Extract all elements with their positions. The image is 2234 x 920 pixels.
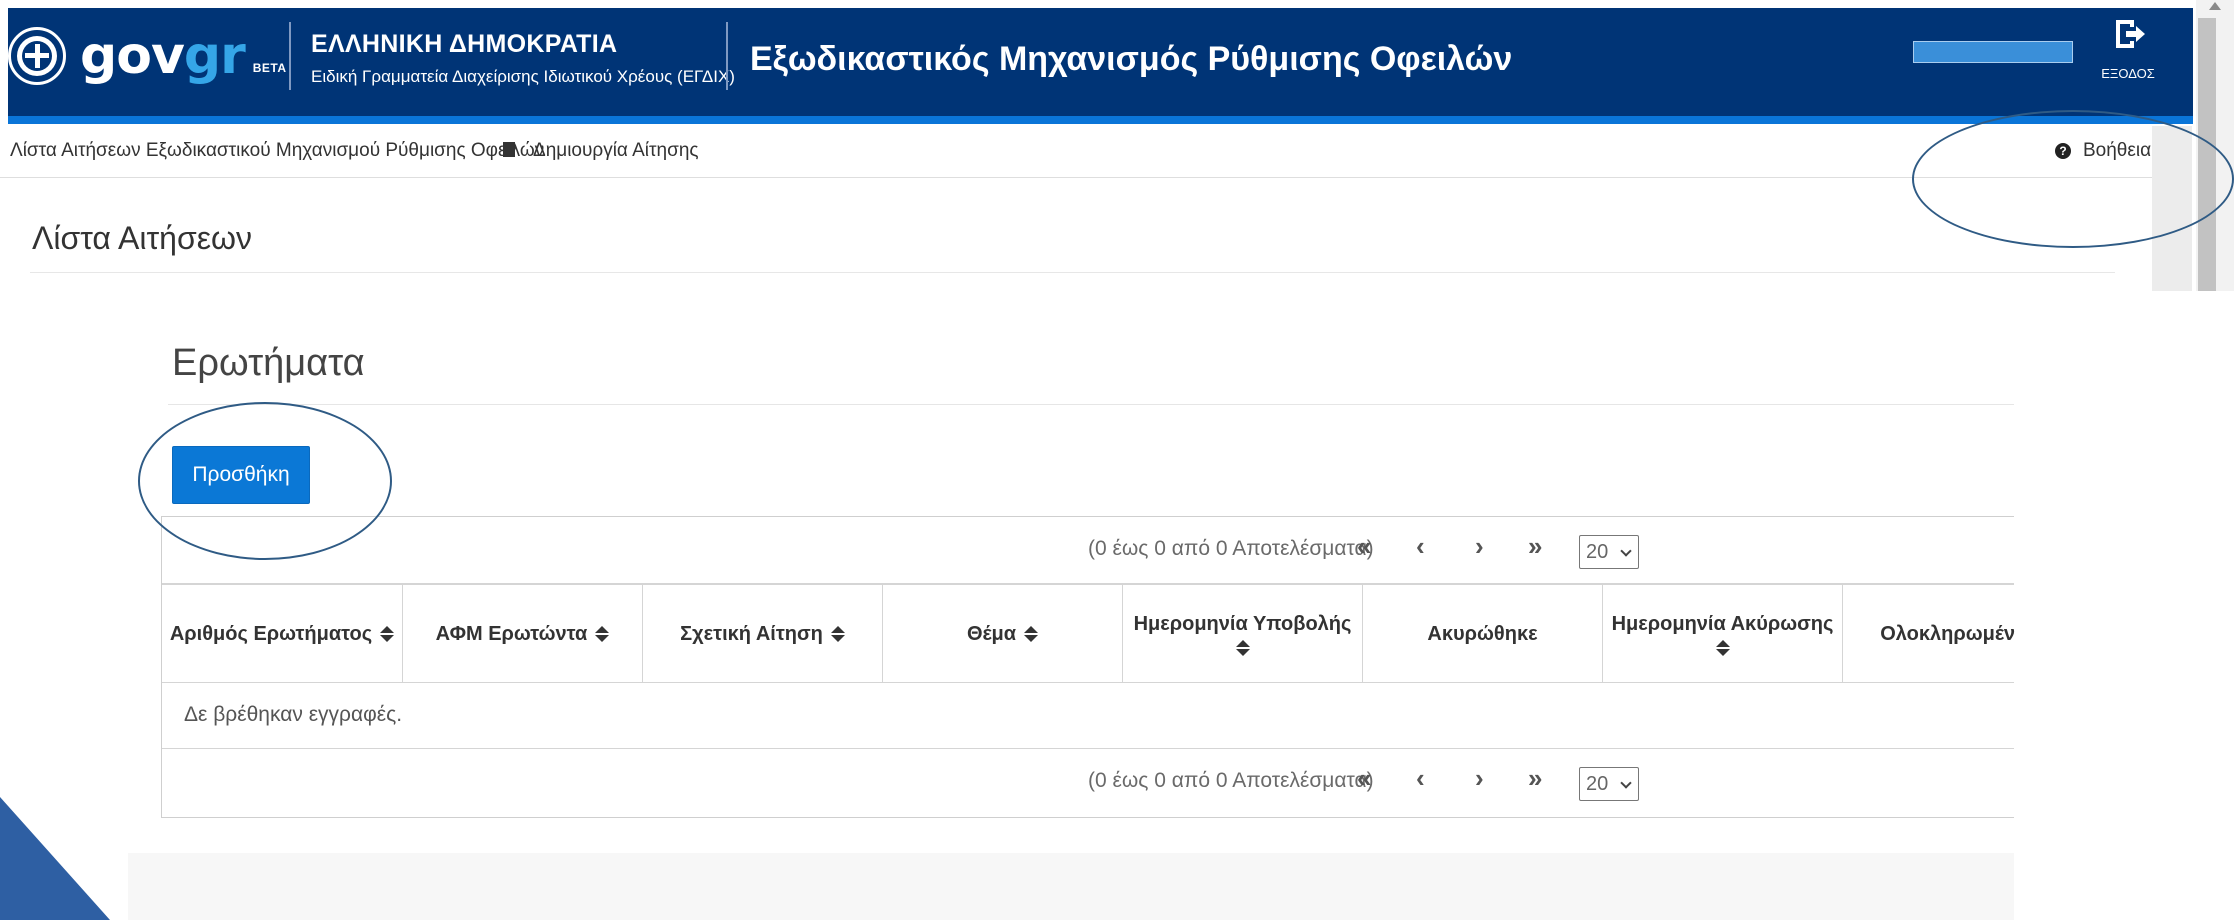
sort-icon [595,626,610,642]
govgr-logo[interactable]: govgr BETA [8,26,287,86]
ministry-block: ΕΛΛΗΝΙΚΗ ΔΗΜΟΚΡΑΤΙΑ Ειδική Γραμματεία Δι… [311,30,735,87]
nav-applications-list-link[interactable]: Λίστα Αιτήσεων Εξωδικαστικού Μηχανισμού … [10,140,544,162]
ministry-subtitle: Ειδική Γραμματεία Διαχείρισης Ιδιωτικού … [311,67,735,86]
annotation-ellipse-help [1912,110,2234,248]
table-header: Αριθμός Ερωτήματος ΑΦΜ Ερωτώντα Σχετική … [162,583,2015,683]
empty-message: Δε βρέθηκαν εγγραφές. [184,703,403,726]
sort-icon [830,626,845,642]
logout-button[interactable]: ΕΞΟΔΟΣ [2098,14,2158,81]
next-page-button[interactable]: › [1475,763,1484,794]
document-icon [503,142,515,157]
sort-icon [1715,640,1730,656]
column-label: Ημερομηνία Ακύρωσης [1611,613,1834,635]
pagination-bottom: (0 έως 0 από 0 Αποτελέσματα) « ‹ › » 20 [162,749,2014,815]
brand-gov: gov [80,26,185,86]
prev-page-button[interactable]: ‹ [1416,531,1425,562]
results-summary: (0 έως 0 από 0 Αποτελέσματα) [1088,537,1374,560]
logout-label: ΕΞΟΔΟΣ [2101,66,2155,81]
page-size-value: 20 [1586,773,1609,795]
last-page-button[interactable]: » [1528,763,1542,794]
chevron-down-icon [1620,777,1632,789]
pagination-top: (0 έως 0 από 0 Αποτελέσματα) « ‹ › » 20 [162,517,2014,583]
divider [168,404,2014,405]
last-page-button[interactable]: » [1528,531,1542,562]
column-header-submission-date[interactable]: Ημερομηνία Υποβολής [1122,585,1362,683]
sort-icon [1235,640,1250,656]
page: { "header": { "brand_gov": "gov", "brand… [0,0,2234,920]
first-page-button[interactable]: « [1357,531,1371,562]
column-header-completed: Ολοκληρωμέν [1842,585,2015,683]
prev-page-button[interactable]: ‹ [1416,763,1425,794]
chevron-down-icon [1620,545,1632,557]
sort-icon [380,626,395,642]
nav-bar: Λίστα Αιτήσεων Εξωδικαστικού Μηχανισμού … [0,124,2192,178]
sort-icon [1024,626,1039,642]
user-name-redacted [1913,41,2073,63]
column-label: Θέμα [966,623,1017,645]
header-divider [726,22,728,90]
brand-gr: gr [183,26,246,86]
annotation-ellipse-add [138,402,392,560]
results-summary: (0 έως 0 από 0 Αποτελέσματα) [1088,769,1374,792]
column-header-cancellation-date[interactable]: Ημερομηνία Ακύρωσης [1602,585,1842,683]
header-accent-strip [8,116,2193,124]
questions-table: (0 έως 0 από 0 Αποτελέσματα) « ‹ › » 20 … [161,516,2015,818]
column-header-question-number[interactable]: Αριθμός Ερωτήματος [162,585,402,683]
logout-icon [2098,14,2158,54]
beta-badge: BETA [252,61,287,75]
column-label: Ακυρώθηκε [1427,623,1538,645]
column-header-related-application[interactable]: Σχετική Αίτηση [642,585,882,683]
greek-emblem-icon [8,27,66,85]
divider [30,272,2115,273]
column-header-subject[interactable]: Θέμα [882,585,1122,683]
page-size-value: 20 [1586,541,1609,563]
page-size-select[interactable]: 20 [1579,535,1639,569]
column-label: Αριθμός Ερωτήματος [169,623,373,645]
nav-create-application-link[interactable]: Δημιουργία Αίτησης [503,140,699,162]
nav-create-label: Δημιουργία Αίτησης [533,140,699,161]
corner-decoration [0,797,110,920]
brand-wordmark: govgr [80,30,246,82]
section-title: Ερωτήματα [172,342,365,384]
page-size-select[interactable]: 20 [1579,767,1639,801]
scroll-up-icon[interactable] [2209,2,2221,10]
page-title: Λίστα Αιτήσεων [32,220,252,256]
column-header-afm[interactable]: ΑΦΜ Ερωτώντα [402,585,642,683]
header-bar: govgr BETA ΕΛΛΗΝΙΚΗ ΔΗΜΟΚΡΑΤΙΑ Ειδική Γρ… [8,8,2193,124]
column-label: Ολοκληρωμέν [1880,623,2015,645]
app-title: Εξωδικαστικός Μηχανισμός Ρύθμισης Οφειλώ… [750,40,1513,78]
table-row: Δε βρέθηκαν εγγραφές. [162,683,2014,749]
next-page-button[interactable]: › [1475,531,1484,562]
column-header-cancelled: Ακυρώθηκε [1362,585,1602,683]
column-label: Ημερομηνία Υποβολής [1133,613,1352,635]
column-label: ΑΦΜ Ερωτώντα [435,623,588,645]
ministry-title: ΕΛΛΗΝΙΚΗ ΔΗΜΟΚΡΑΤΙΑ [311,30,618,58]
first-page-button[interactable]: « [1357,763,1371,794]
header-divider [289,22,291,90]
column-label: Σχετική Αίτηση [680,623,823,645]
